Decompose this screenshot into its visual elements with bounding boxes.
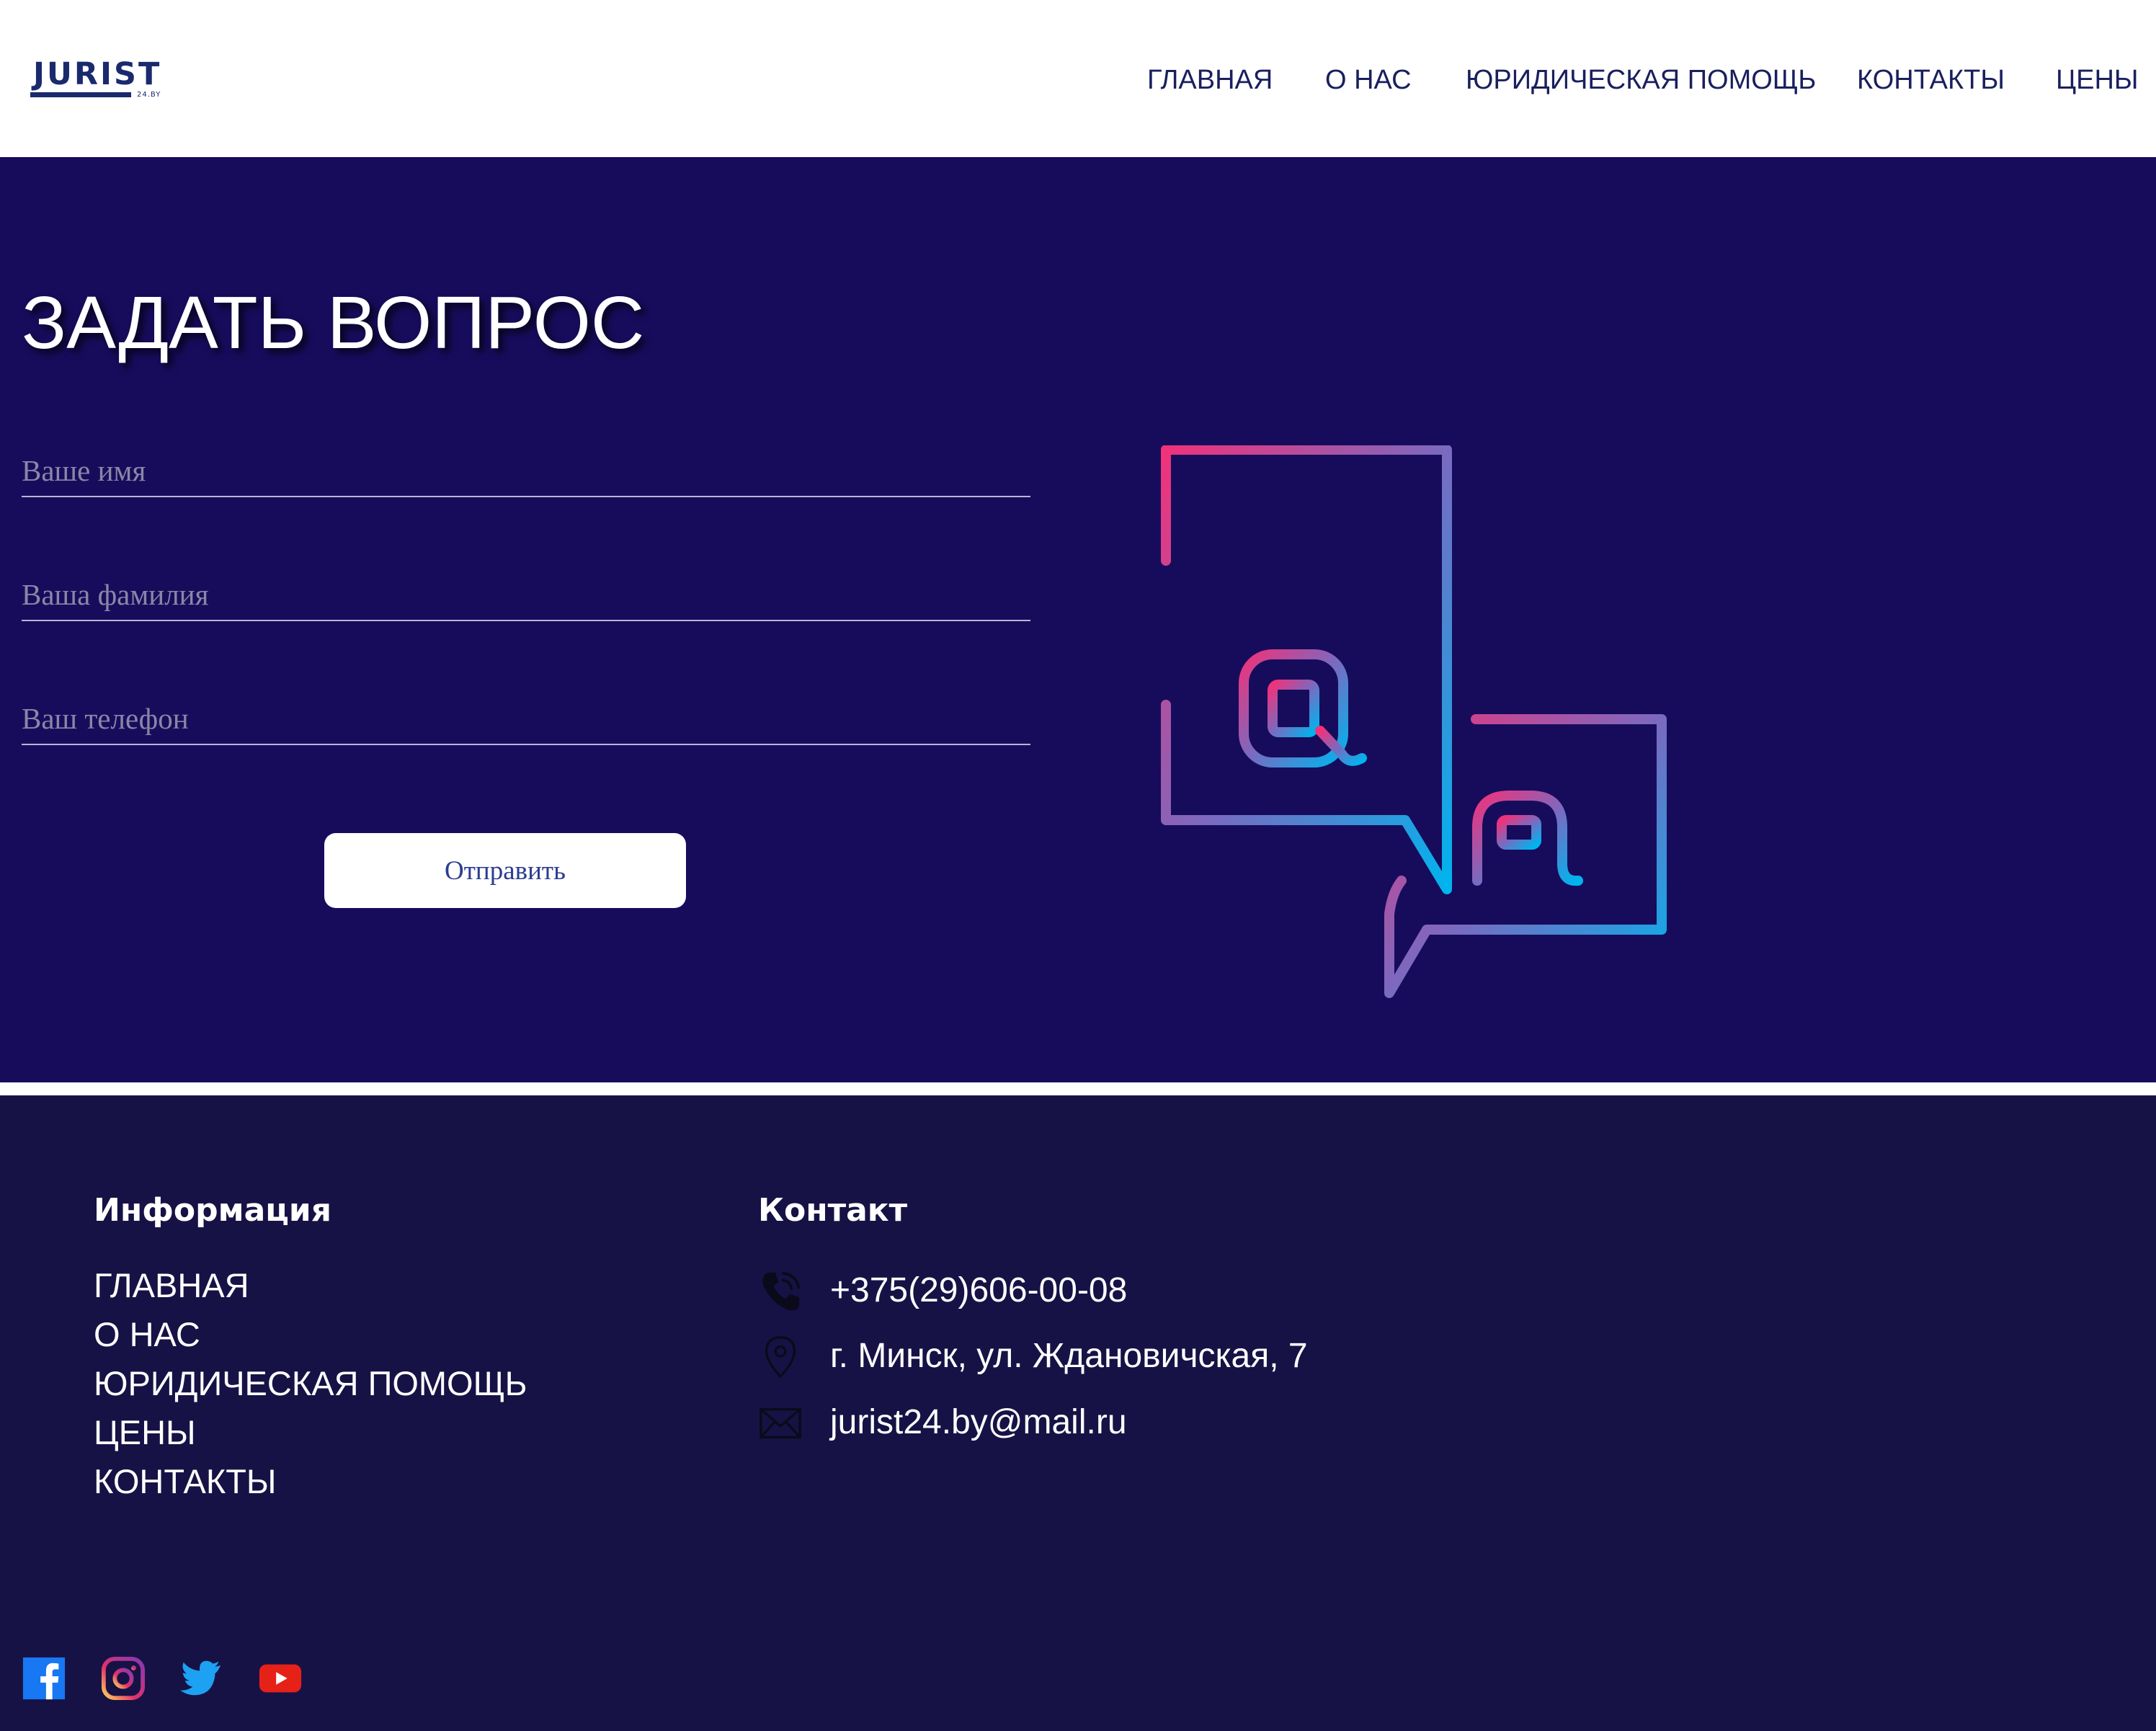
contact-email-text: jurist24.by@mail.ru: [830, 1403, 1127, 1441]
logo-wordmark: JURIST: [33, 56, 162, 92]
logo-underline: [30, 92, 131, 97]
footer-info-heading: Информация: [94, 1192, 331, 1229]
phone-input[interactable]: [22, 693, 1030, 745]
twitter-icon[interactable]: [179, 1656, 223, 1701]
mail-icon: [760, 1407, 801, 1439]
section-separator: [0, 1082, 2156, 1095]
question-answer-icon: [1161, 445, 1667, 998]
location-pin-icon: [765, 1336, 796, 1379]
contact-phone[interactable]: +375(29)606-00-08: [758, 1265, 1623, 1317]
contact-phone-text: +375(29)606-00-08: [830, 1271, 1128, 1309]
site-header: JURIST 24.BY ГЛАВНАЯ О НАС ЮРИДИЧЕСКАЯ П…: [0, 0, 2156, 157]
nav-link-main[interactable]: ГЛАВНАЯ: [1147, 62, 1273, 98]
logo-subtitle: 24.BY: [137, 91, 161, 99]
name-input[interactable]: [22, 445, 1030, 497]
contact-address: г. Минск, ул. Ждановичская, 7: [758, 1330, 1623, 1382]
surname-input[interactable]: [22, 569, 1030, 621]
footer-link-contacts[interactable]: КОНТАКТЫ: [94, 1457, 527, 1506]
contact-address-text: г. Минск, ул. Ждановичская, 7: [830, 1337, 1308, 1375]
question-form-section: ЗАДАТЬ ВОПРОС Отправить: [0, 157, 2156, 1082]
footer-link-main[interactable]: ГЛАВНАЯ: [94, 1261, 527, 1310]
facebook-icon[interactable]: [22, 1656, 66, 1701]
site-logo[interactable]: JURIST 24.BY: [29, 58, 173, 101]
footer-link-prices[interactable]: ЦЕНЫ: [94, 1408, 527, 1457]
nav-link-contacts[interactable]: КОНТАКТЫ: [1857, 62, 2005, 98]
contact-email[interactable]: jurist24.by@mail.ru: [758, 1397, 1623, 1449]
youtube-icon[interactable]: [258, 1656, 303, 1701]
footer-link-legal-help[interactable]: ЮРИДИЧЕСКАЯ ПОМОЩЬ: [94, 1359, 527, 1408]
page-title: ЗАДАТЬ ВОПРОС: [22, 281, 645, 364]
footer-links: ГЛАВНАЯ О НАС ЮРИДИЧЕСКАЯ ПОМОЩЬ ЦЕНЫ КО…: [94, 1261, 527, 1506]
instagram-icon[interactable]: [101, 1656, 146, 1701]
nav-link-legal-help[interactable]: ЮРИДИЧЕСКАЯ ПОМОЩЬ: [1466, 62, 1816, 98]
site-footer: Информация ГЛАВНАЯ О НАС ЮРИДИЧЕСКАЯ ПОМ…: [0, 1095, 2156, 1731]
submit-button[interactable]: Отправить: [324, 833, 686, 908]
footer-link-about[interactable]: О НАС: [94, 1310, 527, 1359]
nav-link-prices[interactable]: ЦЕНЫ: [2056, 62, 2139, 98]
nav-link-about[interactable]: О НАС: [1325, 62, 1412, 98]
footer-contact-heading: Контакт: [758, 1192, 908, 1229]
phone-icon: [762, 1271, 801, 1311]
